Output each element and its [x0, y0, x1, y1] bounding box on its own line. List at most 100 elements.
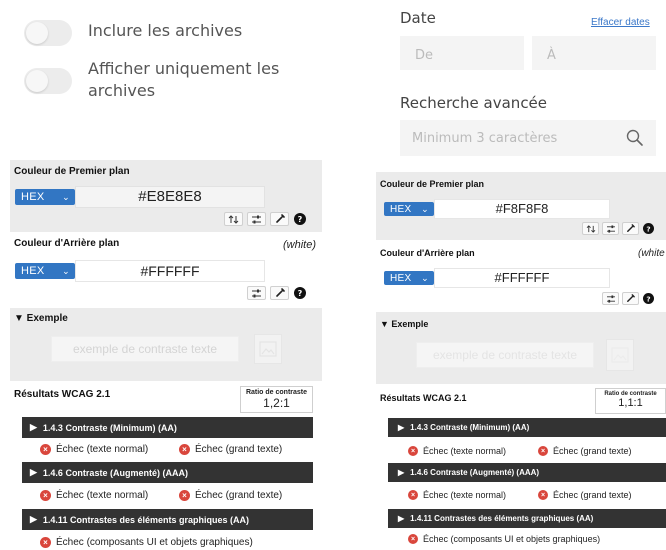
triangle-right-icon: ▶ [398, 423, 405, 432]
fail-icon: × [408, 534, 418, 544]
example-toggle[interactable]: ▼ Exemple [14, 313, 68, 324]
ratio-value: 1,1:1 [618, 397, 643, 409]
results-label: Résultats WCAG 2.1 [380, 393, 467, 403]
fail-icon: × [40, 490, 51, 501]
triangle-right-icon: ▶ [30, 514, 37, 524]
svg-text:?: ? [298, 289, 303, 298]
background-format-select[interactable]: HEX ⌄ [15, 263, 75, 279]
result-fail: × Échec (grand texte) [538, 490, 632, 500]
toggle-include-archives-row: Inclure les archives [24, 20, 242, 46]
advanced-search-placeholder: Minimum 3 caractères [412, 131, 558, 146]
example-text-preview[interactable]: exemple de contraste texte [416, 342, 594, 368]
example-image-icon[interactable] [606, 339, 634, 371]
only-archives-label: Afficher uniquement les archives [88, 59, 280, 100]
triangle-right-icon: ▶ [398, 514, 405, 523]
foreground-format-select[interactable]: HEX ⌄ [15, 189, 75, 205]
criterion-bar-1-4-6[interactable]: ▶ 1.4.6 Contraste (Augmenté) (AAA) [388, 463, 666, 482]
foreground-label: Couleur de Premier plan [14, 166, 130, 177]
example-section: ▼ Exemple exemple de contraste texte [10, 308, 322, 381]
swap-colors-icon[interactable] [224, 212, 243, 226]
criterion-bar-1-4-3[interactable]: ▶ 1.4.3 Contraste (Minimum) (AA) [22, 417, 313, 438]
help-icon[interactable]: ? [642, 222, 654, 235]
background-section: Couleur d'Arrière plan (white HEX ⌄ #FFFF… [376, 240, 666, 312]
example-text-preview[interactable]: exemple de contraste texte [51, 336, 239, 362]
result-fail: × Échec (texte normal) [40, 444, 148, 455]
foreground-section: Couleur de Premier plan HEX ⌄ #F8F8F8 ? [376, 172, 666, 240]
eyedropper-icon[interactable] [622, 222, 639, 235]
result-fail: × Échec (texte normal) [408, 446, 506, 456]
background-tools: ? [602, 292, 654, 305]
result-fail: × Échec (grand texte) [179, 444, 282, 455]
help-icon[interactable]: ? [293, 286, 307, 300]
fail-icon: × [408, 490, 418, 500]
eyedropper-icon[interactable] [270, 212, 289, 226]
chevron-down-icon: ⌄ [62, 265, 70, 276]
fail-icon: × [40, 537, 51, 548]
fail-icon: × [538, 446, 548, 456]
clear-dates-link[interactable]: Effacer dates [591, 17, 650, 28]
swap-colors-icon[interactable] [582, 222, 599, 235]
criterion-bar-1-4-11[interactable]: ▶ 1.4.11 Contrastes des éléments graphiqu… [22, 509, 313, 530]
fail-icon: × [40, 444, 51, 455]
toggle-only-archives-row: Afficher uniquement les archives [24, 58, 279, 102]
foreground-format-select[interactable]: HEX ⌄ [384, 202, 434, 216]
background-format-select[interactable]: HEX ⌄ [384, 271, 434, 285]
contrast-ratio-box: Ratio de contraste 1,1:1 [595, 388, 666, 414]
example-section: ▼ Exemple exemple de contraste texte [376, 312, 666, 384]
fail-icon: × [179, 490, 190, 501]
svg-text:?: ? [646, 294, 650, 303]
fail-icon: × [179, 444, 190, 455]
background-hex-input[interactable]: #FFFFFF [75, 260, 265, 282]
ratio-value: 1,2:1 [263, 396, 290, 410]
criterion-bar-1-4-3[interactable]: ▶ 1.4.3 Contraste (Minimum) (AA) [388, 418, 666, 437]
results-label: Résultats WCAG 2.1 [14, 389, 111, 400]
sliders-icon[interactable] [247, 212, 266, 226]
contrast-checker-right: Couleur de Premier plan HEX ⌄ #F8F8F8 ? C… [376, 172, 666, 550]
advanced-search-input[interactable]: Minimum 3 caractères [400, 120, 656, 156]
date-from-input[interactable]: De [400, 36, 524, 70]
foreground-tools: ? [582, 222, 654, 235]
result-fail: × Échec (texte normal) [408, 490, 506, 500]
background-hex-input[interactable]: #FFFFFF [434, 268, 610, 288]
result-fail: × Échec (composants UI et objets graphiqu… [40, 537, 253, 548]
eyedropper-icon[interactable] [270, 286, 289, 300]
contrast-ratio-box: Ratio de contraste 1,2:1 [240, 386, 313, 413]
date-title: Date [400, 9, 436, 27]
background-section: Couleur d'Arrière plan (white) HEX ⌄ #FFF… [10, 232, 322, 308]
foreground-hex-input[interactable]: #E8E8E8 [75, 186, 265, 208]
chevron-down-icon: ⌄ [421, 203, 429, 214]
svg-text:?: ? [646, 224, 650, 233]
result-fail: × Échec (texte normal) [40, 490, 148, 501]
criterion-bar-1-4-11[interactable]: ▶ 1.4.11 Contrastes des éléments graphiqu… [388, 509, 666, 528]
result-fail: × Échec (grand texte) [179, 490, 282, 501]
contrast-checker-left: Couleur de Premier plan HEX ⌄ #E8E8E8 ? C… [10, 160, 322, 550]
help-icon[interactable]: ? [642, 292, 654, 305]
background-label: Couleur d'Arrière plan [14, 238, 120, 249]
eyedropper-icon[interactable] [622, 292, 639, 305]
fail-icon: × [408, 446, 418, 456]
only-archives-switch[interactable] [24, 68, 72, 94]
triangle-right-icon: ▶ [30, 422, 37, 432]
magnifier-icon[interactable] [624, 127, 646, 149]
include-archives-switch[interactable] [24, 20, 72, 46]
foreground-label: Couleur de Premier plan [380, 179, 485, 189]
help-icon[interactable]: ? [293, 212, 307, 226]
criterion-bar-1-4-6[interactable]: ▶ 1.4.6 Contraste (Augmenté) (AAA) [22, 462, 313, 483]
sliders-icon[interactable] [247, 286, 266, 300]
chevron-down-icon: ⌄ [62, 191, 70, 202]
foreground-hex-input[interactable]: #F8F8F8 [434, 199, 610, 219]
result-fail: × Échec (grand texte) [538, 446, 632, 456]
advanced-search-title: Recherche avancée [400, 94, 548, 112]
chevron-down-icon: ⌄ [421, 272, 429, 283]
foreground-section: Couleur de Premier plan HEX ⌄ #E8E8E8 ? [10, 160, 322, 232]
foreground-tools: ? [224, 212, 307, 226]
background-tools: ? [247, 286, 307, 300]
include-archives-label: Inclure les archives [88, 21, 243, 40]
example-toggle[interactable]: ▼ Exemple [380, 319, 428, 329]
sliders-icon[interactable] [602, 292, 619, 305]
date-to-input[interactable]: À [532, 36, 656, 70]
example-image-icon[interactable] [254, 334, 282, 364]
background-name-note: (white) [283, 239, 317, 251]
sliders-icon[interactable] [602, 222, 619, 235]
background-name-note: (white [638, 248, 665, 259]
